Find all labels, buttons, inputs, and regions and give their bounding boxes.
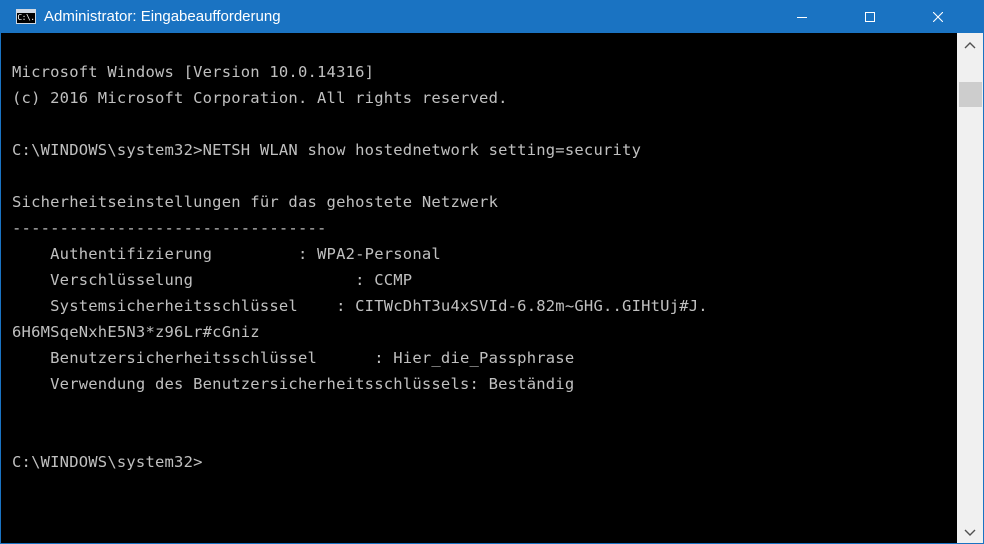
console-line: Benutzersicherheitsschlüssel : Hier_die_…: [12, 349, 575, 367]
cmd-icon-text: C:\.: [17, 13, 35, 22]
scroll-up-button[interactable]: [957, 33, 983, 57]
console-prompt: C:\WINDOWS\system32>: [12, 453, 203, 471]
minimize-button[interactable]: [779, 1, 825, 33]
scroll-up-arrow-icon: [964, 42, 976, 49]
close-button[interactable]: [915, 1, 961, 33]
console-line: Systemsicherheitsschlüssel : CITWcDhT3u4…: [12, 297, 708, 315]
console-line: ---------------------------------: [12, 219, 327, 237]
console-line: Sicherheitseinstellungen für das gehoste…: [12, 193, 499, 211]
scroll-down-arrow-icon: [964, 529, 976, 536]
maximize-button[interactable]: [847, 1, 893, 33]
title-bar[interactable]: C:\. Administrator: Eingabeaufforderung: [1, 1, 983, 33]
cmd-icon[interactable]: C:\.: [16, 9, 36, 24]
scroll-down-button[interactable]: [957, 521, 983, 543]
console-window: C:\. Administrator: Eingabeaufforderung …: [0, 0, 984, 544]
console-line: C:\WINDOWS\system32>NETSH WLAN show host…: [12, 141, 642, 159]
minimize-icon: [797, 17, 807, 18]
console-output[interactable]: Microsoft Windows [Version 10.0.14316] (…: [12, 59, 957, 543]
console-line: Verwendung des Benutzersicherheitsschlüs…: [12, 375, 575, 393]
console-line: Verschlüsselung : CCMP: [12, 271, 413, 289]
console-line: (c) 2016 Microsoft Corporation. All righ…: [12, 89, 508, 107]
scroll-thumb[interactable]: [959, 82, 982, 107]
console-line: Authentifizierung : WPA2-Personal: [12, 245, 441, 263]
console-line: 6H6MSqeNxhE5N3*z96Lr#cGniz: [12, 323, 260, 341]
console-line: Microsoft Windows [Version 10.0.14316]: [12, 63, 375, 81]
close-icon: [933, 12, 943, 22]
window-title: Administrator: Eingabeaufforderung: [44, 8, 281, 25]
vertical-scrollbar[interactable]: [957, 33, 983, 543]
maximize-icon: [865, 12, 875, 22]
